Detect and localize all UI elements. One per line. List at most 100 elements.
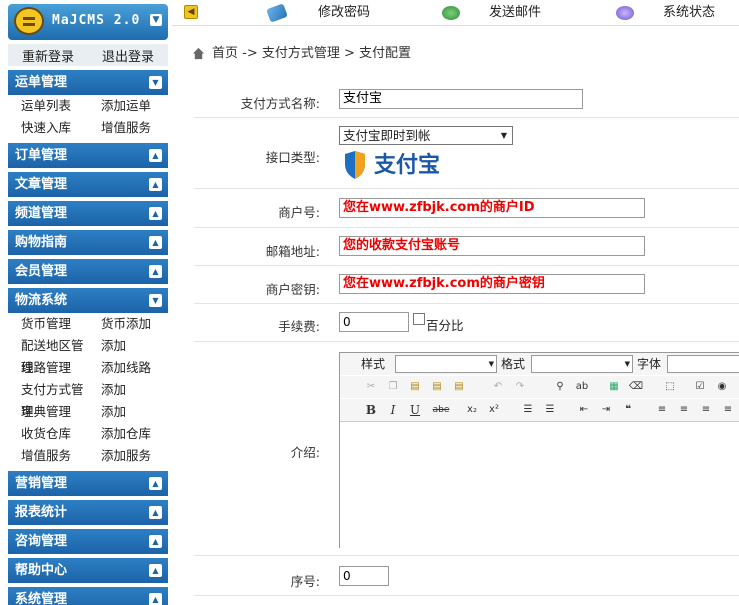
format-select[interactable]: ▼	[531, 355, 633, 373]
merchant-input[interactable]: 您在www.zfbjk.com的商户ID	[339, 198, 645, 218]
label-intro: 介绍:	[290, 445, 320, 460]
interface-select-value: 支付宝即时到帐	[343, 128, 431, 143]
sidebar-section-4[interactable]: 购物指南 ▲	[8, 230, 168, 255]
top-toolbar: ◀ 修改密码 发送邮件 系统状态	[172, 0, 739, 26]
sidebar-item-link[interactable]: 快速入库	[8, 117, 88, 139]
chevron-down-icon: ▼	[488, 360, 494, 368]
chevron-up-icon[interactable]: ▲	[149, 535, 162, 548]
undo-icon[interactable]: ↶	[490, 379, 506, 395]
align-right-icon[interactable]: ≡	[698, 402, 714, 418]
sidebar-item-link[interactable]: 添加服务	[88, 445, 151, 467]
sidebar-item-link[interactable]: 添加	[88, 401, 126, 423]
label-merchant: 商户号:	[278, 205, 320, 220]
logout-link[interactable]: 退出登录	[102, 46, 154, 65]
select-all-icon[interactable]: ▦	[606, 379, 622, 395]
chevron-up-icon[interactable]: ▲	[149, 265, 162, 278]
sidebar-section-6[interactable]: 物流系统 ▼	[8, 288, 168, 313]
radio-icon[interactable]: ◉	[714, 379, 730, 395]
sidebar-item-link[interactable]: 收货仓库	[8, 423, 88, 445]
chevron-up-icon[interactable]: ▲	[149, 236, 162, 249]
sidebar-section-1[interactable]: 订单管理 ▲	[8, 143, 168, 168]
chevron-up-icon[interactable]: ▲	[149, 477, 162, 490]
redo-icon[interactable]: ↷	[512, 379, 528, 395]
find-icon[interactable]: ⚲	[552, 379, 568, 395]
chevron-up-icon[interactable]: ▲	[149, 593, 162, 605]
align-center-icon[interactable]: ≡	[676, 402, 692, 418]
eraser-icon[interactable]: ⌫	[628, 379, 644, 395]
sidebar-section-title: 报表统计	[15, 505, 68, 520]
paste-icon[interactable]: ▤	[407, 379, 423, 395]
sidebar-section-title: 运单管理	[15, 75, 68, 90]
italic-icon[interactable]: I	[385, 402, 401, 418]
chevron-up-icon[interactable]: ▲	[149, 207, 162, 220]
name-input[interactable]: 支付宝	[339, 89, 583, 109]
indent-icon[interactable]: ⇥	[598, 402, 614, 418]
chevron-up-icon[interactable]: ▲	[149, 178, 162, 191]
sidebar-item-link[interactable]: 运单列表	[8, 95, 88, 117]
percent-checkbox[interactable]	[413, 313, 425, 325]
sidebar-item-link[interactable]: 货币管理	[8, 313, 88, 335]
sidebar-section-title: 系统管理	[15, 592, 68, 605]
sidebar-section-2[interactable]: 文章管理 ▲	[8, 172, 168, 197]
paste-text-icon[interactable]: ▤	[429, 379, 445, 395]
sidebar-item-link[interactable]: 配送地区管理	[8, 335, 88, 375]
cut-icon[interactable]: ✂	[363, 379, 379, 395]
alipay-logo: 支付宝	[342, 150, 459, 180]
superscript-icon[interactable]: x²	[486, 402, 502, 418]
sidebar-section-9[interactable]: 咨询管理 ▲	[8, 529, 168, 554]
sidebar-section-3[interactable]: 频道管理 ▲	[8, 201, 168, 226]
sidebar-item-row: 货币管理 货币添加	[8, 313, 168, 335]
strikethrough-icon[interactable]: abe	[431, 402, 451, 418]
outdent-icon[interactable]: ⇤	[576, 402, 592, 418]
editor-content-area[interactable]	[340, 421, 739, 549]
justify-icon[interactable]: ≡	[720, 402, 736, 418]
sidebar-item-link[interactable]: 增值服务	[8, 445, 88, 467]
paste-word-icon[interactable]: ▤	[451, 379, 467, 395]
sidebar-section-11[interactable]: 系统管理 ▲	[8, 587, 168, 605]
underline-icon[interactable]: U	[407, 402, 423, 418]
sidebar-section-title: 帮助中心	[15, 563, 68, 578]
bulleted-list-icon[interactable]: ☰	[542, 402, 558, 418]
style-select[interactable]: ▼	[395, 355, 497, 373]
chevron-up-icon[interactable]: ▲	[149, 149, 162, 162]
chevron-up-icon[interactable]: ▲	[149, 506, 162, 519]
sidebar-item-link[interactable]: 增值服务	[88, 117, 151, 139]
align-left-icon[interactable]: ≡	[654, 402, 670, 418]
sidebar-item-link[interactable]: 添加	[88, 335, 126, 357]
interface-select[interactable]: 支付宝即时到帐 ▼	[339, 126, 513, 145]
copy-icon[interactable]: ❐	[385, 379, 401, 395]
sidebar-item-link[interactable]: 添加仓库	[88, 423, 151, 445]
sidebar-section-5[interactable]: 会员管理 ▲	[8, 259, 168, 284]
bold-icon[interactable]: B	[363, 402, 379, 418]
sidebar-section-7[interactable]: 营销管理 ▲	[8, 471, 168, 496]
sidebar-item-link[interactable]: 添加线路	[88, 357, 151, 379]
collapse-arrow-icon[interactable]: ▼	[150, 14, 162, 26]
sidebar-item-row: 增值服务 添加服务	[8, 445, 168, 467]
chevron-down-icon[interactable]: ▼	[149, 294, 162, 307]
back-arrow-icon[interactable]: ◀	[184, 5, 198, 19]
numbered-list-icon[interactable]: ☰	[520, 402, 536, 418]
sidebar-item-link[interactable]: 货币添加	[88, 313, 151, 335]
chevron-up-icon[interactable]: ▲	[149, 564, 162, 577]
relogin-link[interactable]: 重新登录	[22, 46, 74, 65]
replace-icon[interactable]: ab	[574, 379, 590, 395]
font-select[interactable]	[667, 355, 739, 373]
blockquote-icon[interactable]: ❝	[620, 402, 636, 418]
select-icon[interactable]: ⬚	[662, 379, 678, 395]
sidebar-item-link[interactable]: 支付方式管理	[8, 379, 88, 419]
sidebar-section-0[interactable]: 运单管理 ▼	[8, 70, 168, 95]
checkbox-icon[interactable]: ☑	[692, 379, 708, 395]
sidebar-item-link[interactable]: 字典管理	[8, 401, 88, 423]
key-input[interactable]: 您在www.zfbjk.com的商户密钥	[339, 274, 645, 294]
sidebar-item-link[interactable]: 添加	[88, 379, 126, 401]
fee-input[interactable]: 0	[339, 312, 409, 332]
order-input[interactable]: 0	[339, 566, 389, 586]
sidebar-item-row: 支付方式管理 添加	[8, 379, 168, 419]
sidebar-item-link[interactable]: 添加运单	[88, 95, 151, 117]
sidebar-section-10[interactable]: 帮助中心 ▲	[8, 558, 168, 583]
sidebar-section-8[interactable]: 报表统计 ▲	[8, 500, 168, 525]
email-input[interactable]: 您的收款支付宝账号	[339, 236, 645, 256]
sidebar-item-link[interactable]: 线路管理	[8, 357, 88, 379]
subscript-icon[interactable]: x₂	[464, 402, 480, 418]
chevron-down-icon[interactable]: ▼	[149, 76, 162, 89]
